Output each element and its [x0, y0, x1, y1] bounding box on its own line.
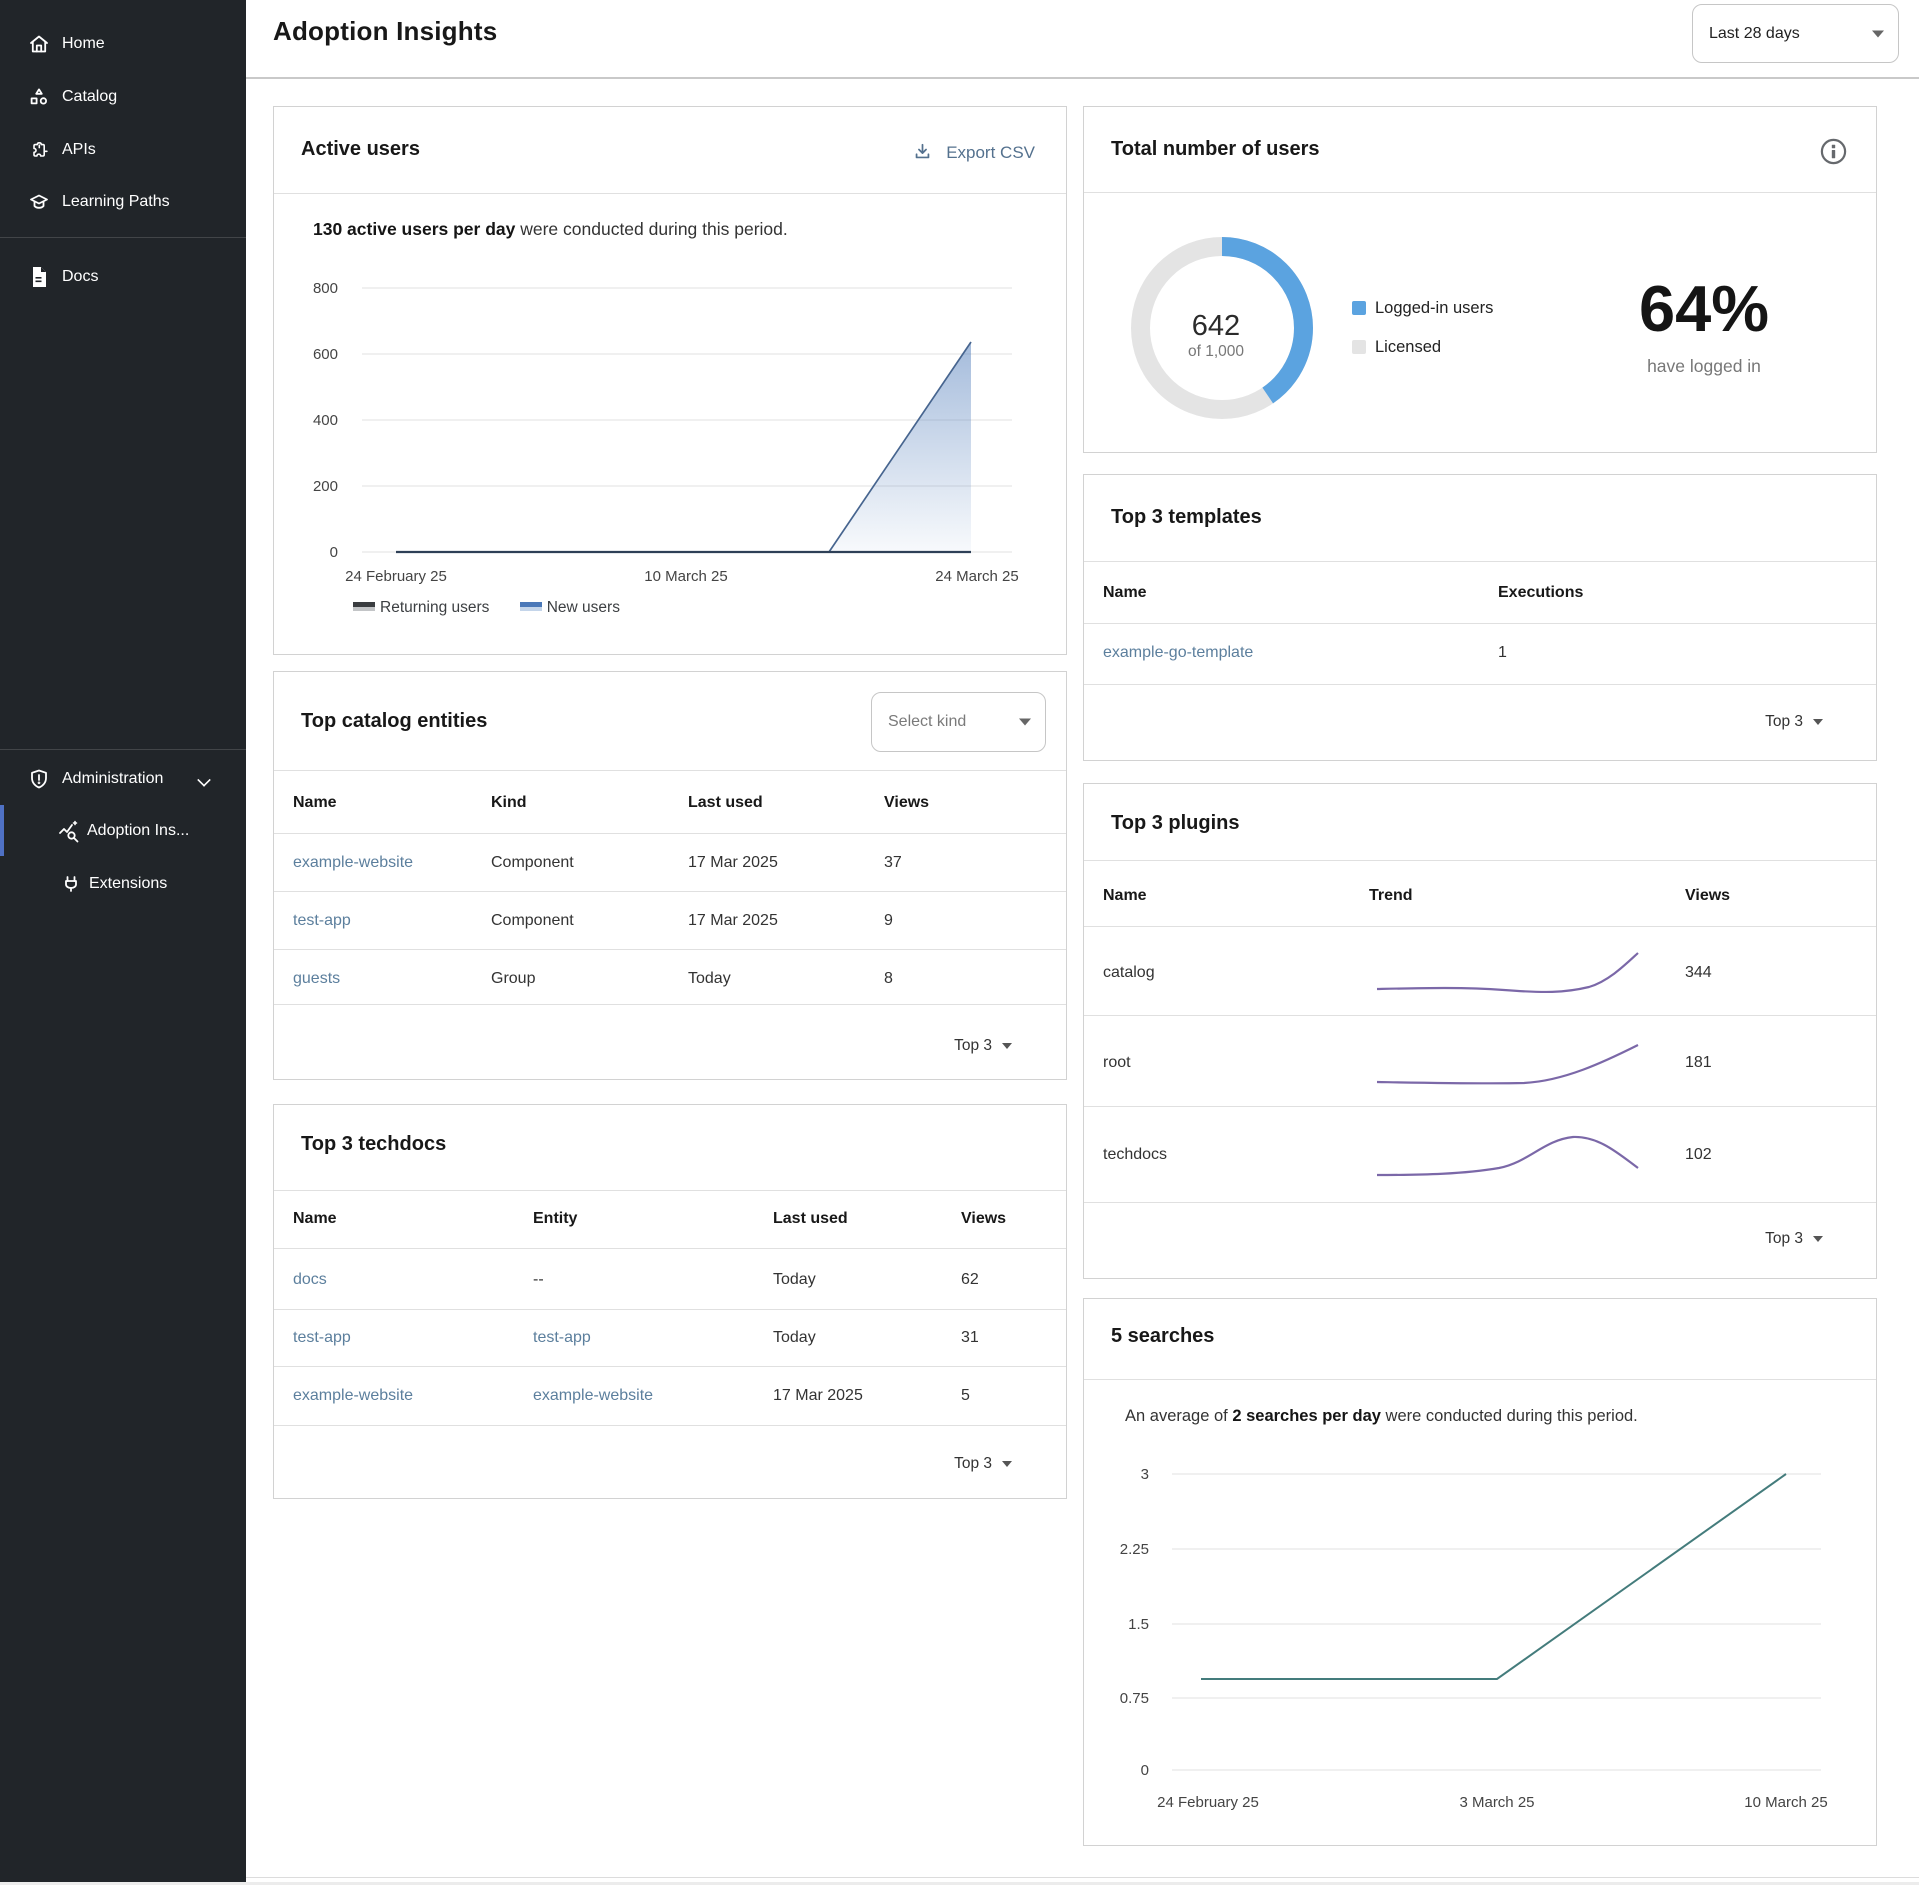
- svg-text:24 February 25: 24 February 25: [1157, 1794, 1259, 1811]
- svg-text:2.25: 2.25: [1120, 1541, 1149, 1558]
- svg-text:10 March 25: 10 March 25: [1744, 1794, 1827, 1811]
- svg-text:200: 200: [313, 478, 338, 495]
- svg-text:800: 800: [313, 280, 338, 297]
- svg-text:24 February 25: 24 February 25: [345, 568, 447, 585]
- svg-text:0.75: 0.75: [1120, 1690, 1149, 1707]
- svg-text:0: 0: [1141, 1762, 1149, 1779]
- svg-text:24 March 25: 24 March 25: [935, 568, 1018, 585]
- svg-text:600: 600: [313, 346, 338, 363]
- svg-text:1.5: 1.5: [1128, 1616, 1149, 1633]
- svg-text:3 March 25: 3 March 25: [1459, 1794, 1534, 1811]
- svg-text:400: 400: [313, 412, 338, 429]
- svg-text:10 March 25: 10 March 25: [644, 568, 727, 585]
- svg-text:3: 3: [1141, 1466, 1149, 1483]
- svg-text:0: 0: [330, 544, 338, 561]
